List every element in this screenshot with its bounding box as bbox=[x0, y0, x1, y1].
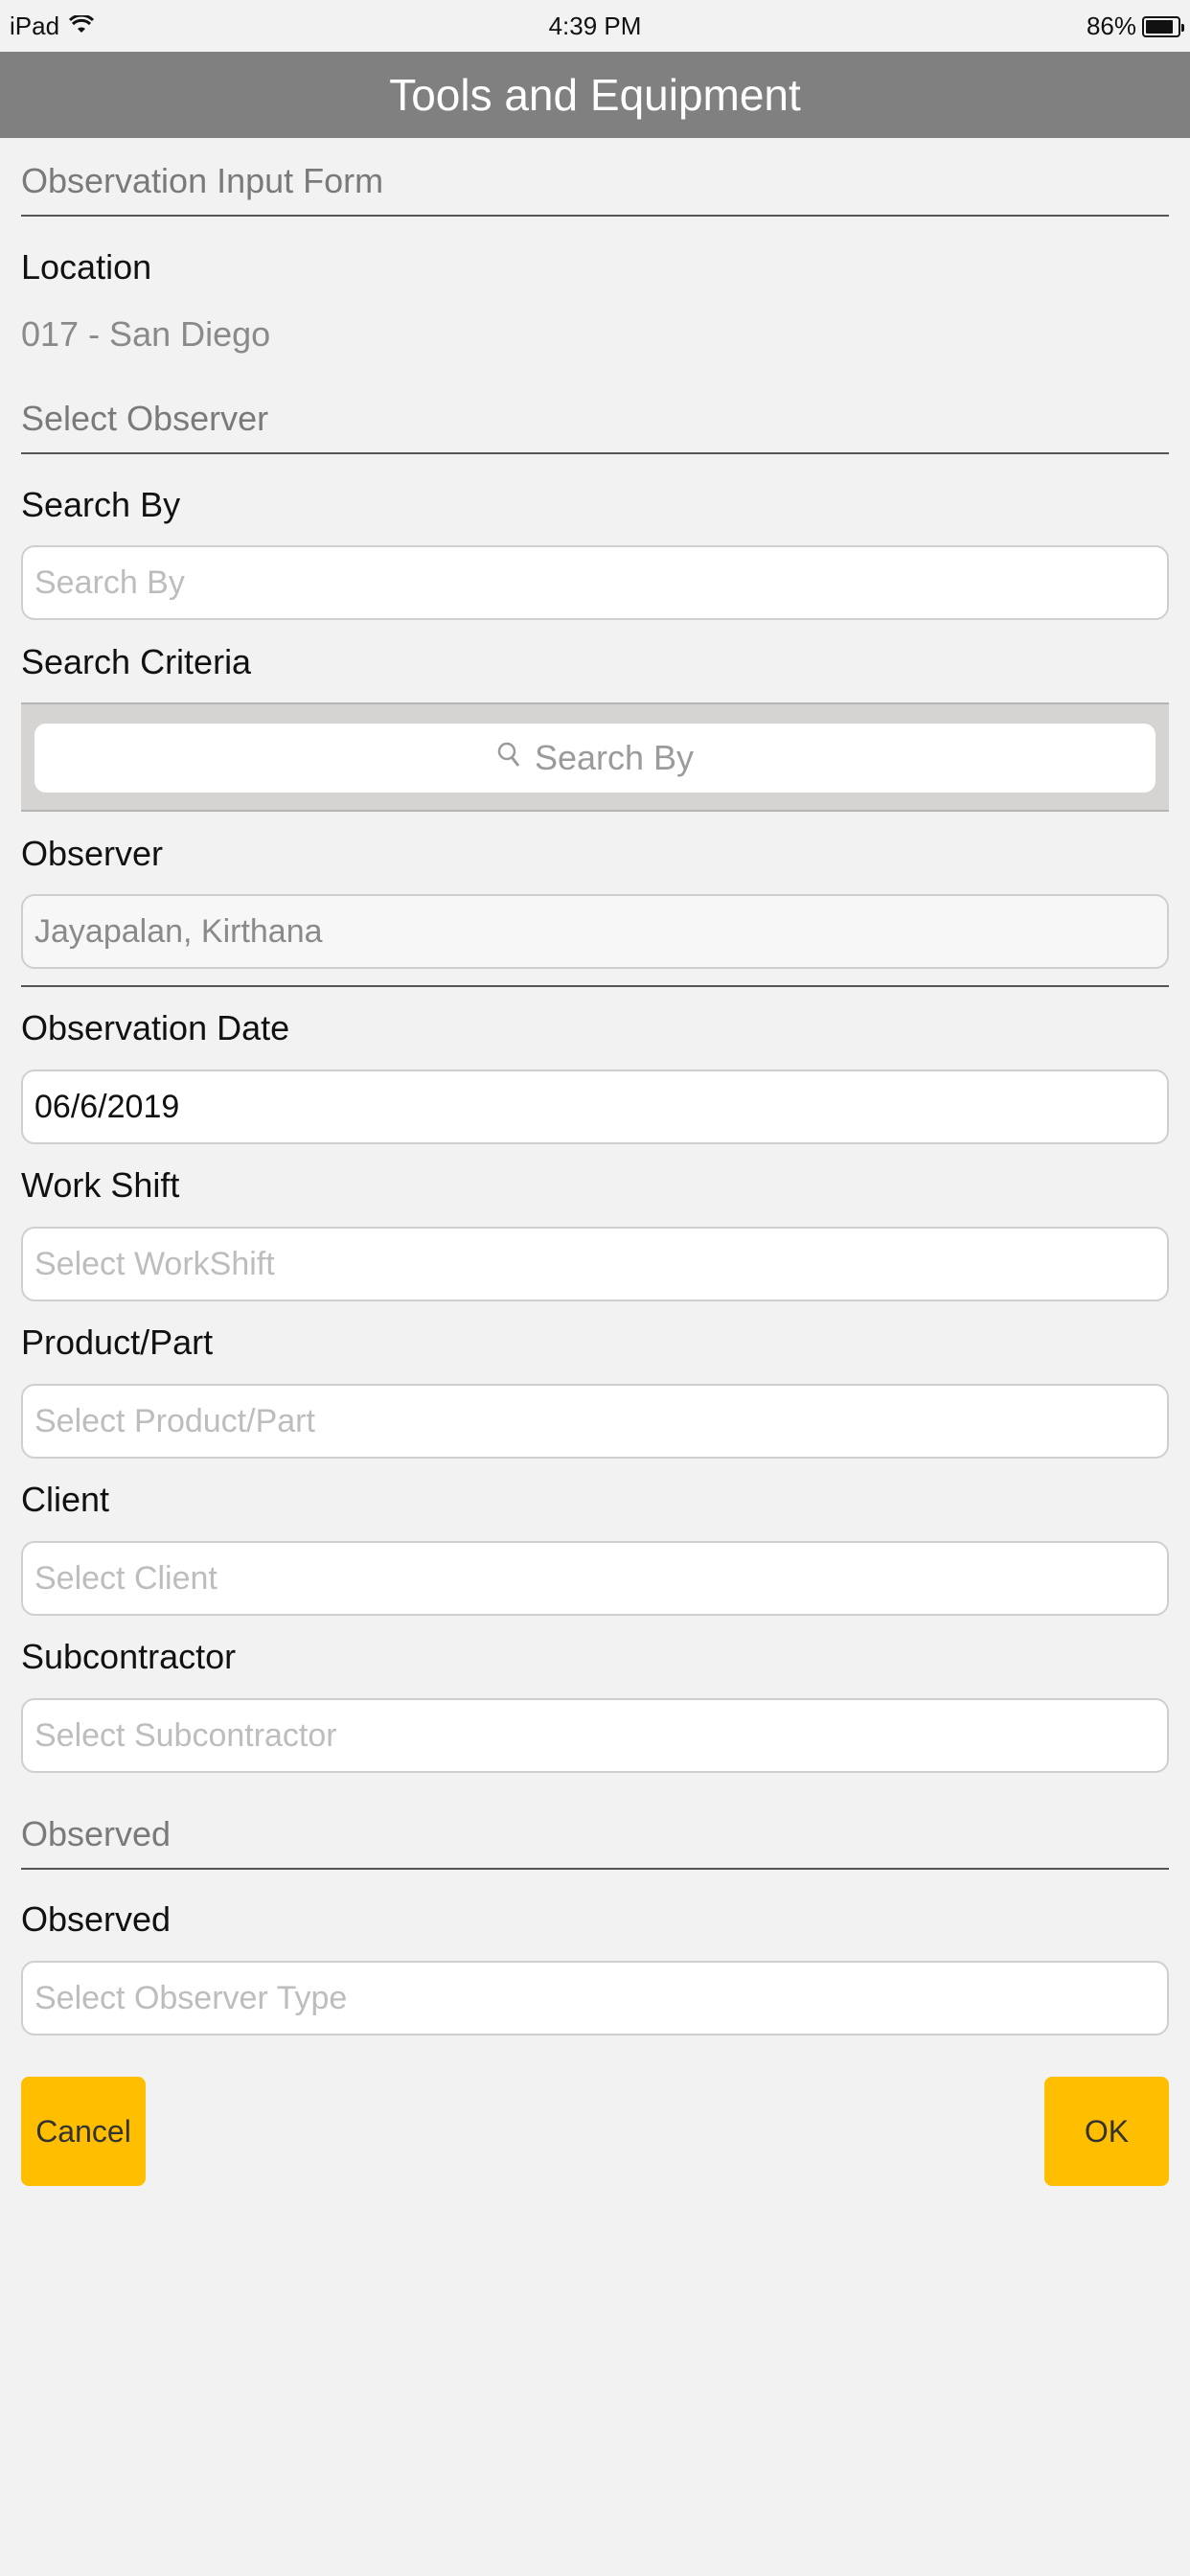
search-by-field[interactable]: Search By bbox=[21, 545, 1169, 620]
client-label: Client bbox=[21, 1480, 110, 1519]
observer-divider bbox=[21, 985, 1169, 987]
work-shift-field[interactable]: Select WorkShift bbox=[21, 1227, 1169, 1301]
section-observed: Observed bbox=[21, 1814, 1169, 1870]
nav-bar: Tools and Equipment bbox=[0, 52, 1190, 138]
client-field[interactable]: Select Client bbox=[21, 1541, 1169, 1616]
battery-percent: 86% bbox=[1086, 12, 1136, 40]
subcontractor-label: Subcontractor bbox=[21, 1637, 237, 1676]
location-label: Location bbox=[21, 247, 152, 287]
ok-button[interactable]: OK bbox=[1044, 2077, 1169, 2186]
product-part-field[interactable]: Select Product/Part bbox=[21, 1384, 1169, 1459]
search-placeholder: Search By bbox=[534, 738, 695, 777]
battery-icon bbox=[1142, 15, 1184, 37]
observation-date-label: Observation Date bbox=[21, 1008, 290, 1047]
status-time: 4:39 PM bbox=[548, 12, 642, 40]
search-criteria-bar: Search By bbox=[21, 702, 1169, 812]
section-observation-input-form: Observation Input Form bbox=[21, 161, 1169, 217]
cancel-button[interactable]: Cancel bbox=[21, 2077, 146, 2186]
subcontractor-field[interactable]: Select Subcontractor bbox=[21, 1698, 1169, 1773]
status-bar: iPad 4:39 PM 86% bbox=[0, 0, 1190, 52]
observed-type-field[interactable]: Select Observer Type bbox=[21, 1961, 1169, 2036]
observer-label: Observer bbox=[21, 834, 164, 873]
battery-fill bbox=[1146, 19, 1173, 34]
page-title: Tools and Equipment bbox=[389, 70, 801, 120]
work-shift-label: Work Shift bbox=[21, 1165, 180, 1205]
observer-field[interactable]: Jayapalan, Kirthana bbox=[21, 894, 1169, 969]
search-criteria-label: Search Criteria bbox=[21, 642, 252, 681]
search-by-label: Search By bbox=[21, 485, 181, 524]
section-select-observer: Select Observer bbox=[21, 399, 1169, 454]
product-part-label: Product/Part bbox=[21, 1322, 214, 1362]
observed-label: Observed bbox=[21, 1899, 172, 1939]
search-input[interactable]: Search By bbox=[34, 724, 1156, 793]
observation-date-field[interactable]: 06/6/2019 bbox=[21, 1070, 1169, 1144]
search-icon bbox=[496, 738, 521, 778]
location-value: 017 - San Diego bbox=[21, 314, 271, 354]
